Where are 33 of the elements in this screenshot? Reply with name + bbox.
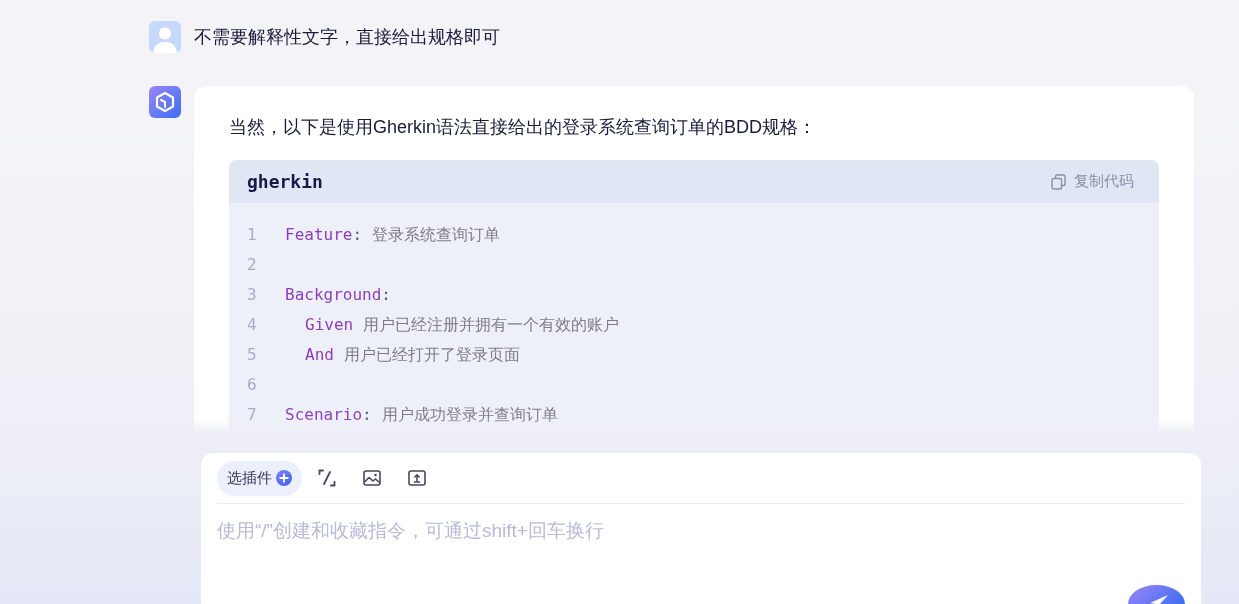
slash-command-icon[interactable]: [318, 469, 336, 487]
plugin-button[interactable]: 选插件: [217, 460, 302, 496]
line-number: 1: [247, 224, 258, 246]
line-number: 5: [247, 344, 258, 366]
message-composer[interactable]: 选插件 使用“/”创建和收藏指令，可通过shift+回车换行: [201, 453, 1201, 604]
image-icon[interactable]: [363, 470, 381, 486]
code-punctuation: :: [381, 284, 391, 306]
line-number: 2: [247, 254, 258, 276]
upload-icon[interactable]: [408, 470, 426, 486]
code-text: 登录系统查询订单: [372, 224, 501, 246]
code-text: 用户已经打开了登录页面: [343, 344, 520, 366]
user-message: 不需要解释性文字，直接给出规格即可: [194, 26, 500, 49]
line-number: 7: [247, 404, 258, 426]
code-keyword: Feature: [285, 224, 353, 246]
line-number: 3: [247, 284, 258, 306]
send-icon: [1149, 595, 1168, 604]
code-punctuation: :: [362, 404, 372, 426]
code-keyword: And: [305, 344, 334, 366]
line-number: 6: [247, 374, 258, 396]
send-button[interactable]: [1128, 585, 1185, 604]
code-keyword: Background: [285, 284, 382, 306]
code-keyword: Given: [305, 314, 354, 336]
plus-icon: [276, 470, 292, 486]
code-text: 用户已经注册并拥有一个有效的账户: [363, 314, 620, 336]
user-avatar-icon: [149, 21, 181, 53]
code-language: gherkin: [247, 170, 323, 194]
code-text: 用户成功登录并查询订单: [381, 404, 558, 426]
assistant-message: 当然，以下是使用Gherkin语法直接给出的登录系统查询订单的BDD规格：: [229, 116, 818, 139]
line-number: 4: [247, 314, 258, 336]
copy-icon: [1051, 173, 1066, 190]
code-keyword: Scenario: [285, 404, 363, 426]
bot-avatar-icon: [149, 86, 181, 118]
code-punctuation: :: [352, 224, 363, 246]
